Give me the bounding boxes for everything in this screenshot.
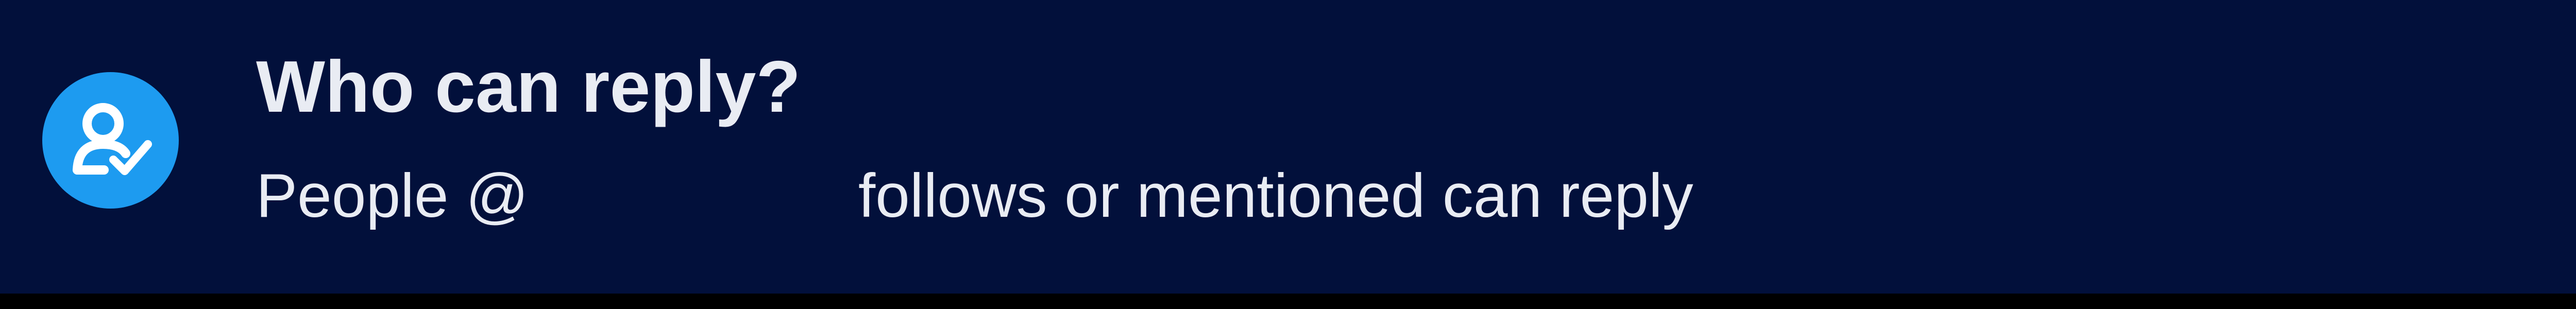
reply-restriction-title: Who can reply? [256, 46, 801, 128]
reply-restriction-banner: Who can reply? People @ follows or mentio… [0, 0, 2576, 294]
description-suffix: follows or mentioned can reply [858, 161, 1693, 230]
reply-restriction-description: People @ follows or mentioned can reply [256, 165, 1693, 227]
user-check-icon [42, 72, 179, 209]
description-prefix: People @ [256, 161, 529, 230]
